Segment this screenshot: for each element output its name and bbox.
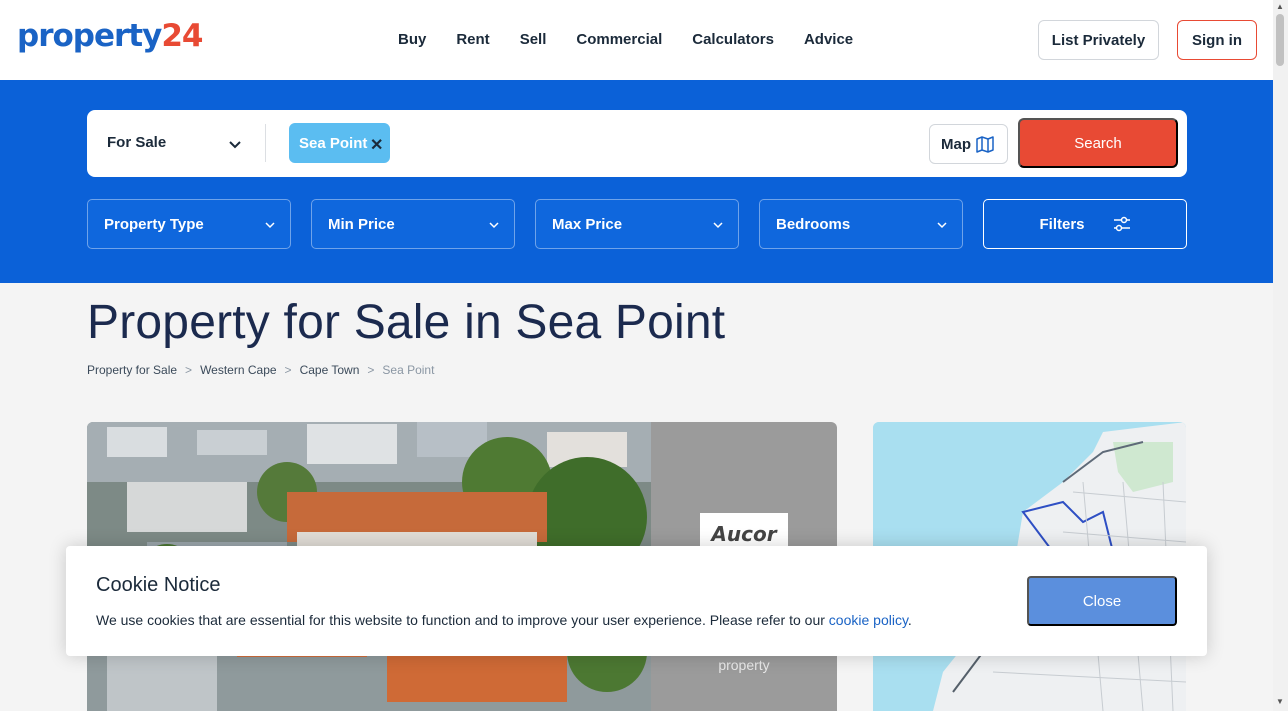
dropdown-label: Max Price xyxy=(552,215,623,233)
logo-number: 24 xyxy=(161,18,203,54)
map-icon xyxy=(976,136,994,153)
cookie-notice: Cookie Notice We use cookies that are es… xyxy=(66,546,1207,656)
dropdown-label: Min Price xyxy=(328,215,395,233)
breadcrumb-separator: > xyxy=(284,363,292,377)
search-band: For Sale Sea Point ✕ Map Search Property… xyxy=(0,80,1273,283)
cookie-notice-title: Cookie Notice xyxy=(96,574,221,596)
breadcrumb-current: Sea Point xyxy=(382,363,435,377)
filters-label: Filters xyxy=(1039,215,1085,233)
nav-commercial[interactable]: Commercial xyxy=(576,31,662,48)
nav-rent[interactable]: Rent xyxy=(456,31,489,48)
dropdown-label: Property Type xyxy=(104,215,204,233)
scroll-thumb[interactable] xyxy=(1276,14,1284,66)
agency-panel-text: property xyxy=(718,657,770,673)
chevron-down-icon xyxy=(229,141,241,149)
remove-chip-icon[interactable]: ✕ xyxy=(370,135,383,155)
breadcrumb-separator: > xyxy=(185,363,193,377)
page-scrollbar[interactable]: ▲ ▼ xyxy=(1273,0,1288,711)
sale-type-select[interactable]: For Sale xyxy=(107,134,247,151)
map-button[interactable]: Map xyxy=(929,124,1008,164)
nav-sell[interactable]: Sell xyxy=(520,31,547,48)
scroll-up-arrow-icon[interactable]: ▲ xyxy=(1276,2,1284,11)
breadcrumb-item[interactable]: Property for Sale xyxy=(87,363,177,377)
logo-text: property xyxy=(17,18,162,54)
map-label: Map xyxy=(941,135,971,153)
chevron-down-icon xyxy=(265,222,275,229)
site-header: property24 Buy Rent Sell Commercial Calc… xyxy=(0,0,1273,80)
chevron-down-icon xyxy=(937,222,947,229)
page-title: Property for Sale in Sea Point xyxy=(87,296,726,349)
search-bar: For Sale Sea Point ✕ Map Search xyxy=(87,110,1187,177)
main-nav: Buy Rent Sell Commercial Calculators Adv… xyxy=(398,31,883,48)
scroll-down-arrow-icon[interactable]: ▼ xyxy=(1276,697,1284,706)
sliders-icon xyxy=(1113,216,1130,232)
list-privately-button[interactable]: List Privately xyxy=(1038,20,1159,60)
chip-label: Sea Point xyxy=(299,134,368,152)
dropdown-label: Bedrooms xyxy=(776,215,851,233)
filters-button[interactable]: Filters xyxy=(983,199,1187,249)
breadcrumb-separator: > xyxy=(367,363,375,377)
breadcrumb-item[interactable]: Cape Town xyxy=(300,363,360,377)
cookie-notice-period: . xyxy=(907,612,912,628)
sign-in-button[interactable]: Sign in xyxy=(1177,20,1257,60)
cookie-close-button[interactable]: Close xyxy=(1027,576,1177,626)
bedrooms-dropdown[interactable]: Bedrooms xyxy=(759,199,963,249)
location-chip[interactable]: Sea Point ✕ xyxy=(289,123,390,163)
divider xyxy=(265,124,266,162)
max-price-dropdown[interactable]: Max Price xyxy=(535,199,739,249)
chevron-down-icon xyxy=(489,222,499,229)
nav-advice[interactable]: Advice xyxy=(804,31,853,48)
property24-logo[interactable]: property24 xyxy=(17,18,203,54)
nav-buy[interactable]: Buy xyxy=(398,31,426,48)
nav-calculators[interactable]: Calculators xyxy=(692,31,774,48)
property-type-dropdown[interactable]: Property Type xyxy=(87,199,291,249)
breadcrumb-item[interactable]: Western Cape xyxy=(200,363,276,377)
cookie-notice-body: We use cookies that are essential for th… xyxy=(96,612,829,628)
cookie-policy-link[interactable]: cookie policy xyxy=(829,612,908,628)
min-price-dropdown[interactable]: Min Price xyxy=(311,199,515,249)
chevron-down-icon xyxy=(713,222,723,229)
cookie-notice-text: We use cookies that are essential for th… xyxy=(96,612,912,628)
search-button[interactable]: Search xyxy=(1018,118,1178,168)
breadcrumb: Property for Sale > Western Cape > Cape … xyxy=(87,363,442,377)
